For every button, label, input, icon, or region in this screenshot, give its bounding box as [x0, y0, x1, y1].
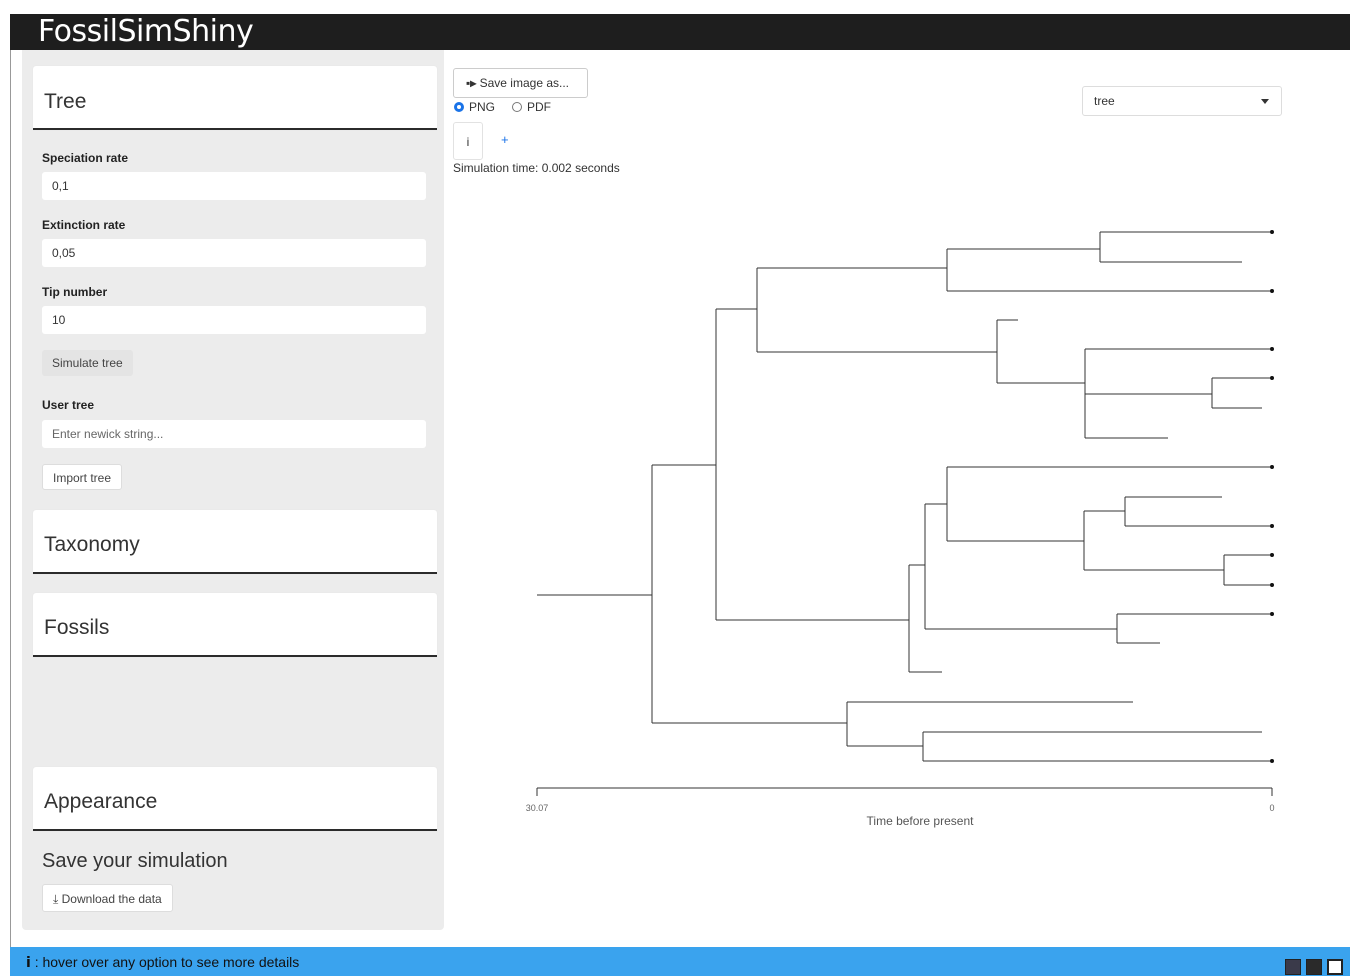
main-panel: ▪▸ Save image as... PNG PDF i + Simulati… [444, 50, 1349, 946]
import-tree-button[interactable]: Import tree [42, 464, 123, 490]
save-simulation-title: Save your simulation [42, 850, 228, 872]
tip-point [1270, 230, 1274, 234]
panel-tree-header[interactable]: Tree [33, 66, 437, 130]
axis-min-label: 30.07 [526, 803, 549, 813]
theme-swatch-light[interactable] [1327, 959, 1343, 975]
tip-point [1270, 289, 1274, 293]
time-axis [536, 787, 1273, 796]
panel-appearance-title: Appearance [44, 790, 158, 813]
tip-point [1270, 465, 1274, 469]
axis-title: Time before present [867, 814, 975, 828]
download-data-label: Download the data [61, 892, 162, 906]
footer-bar: i : hover over any option to see more de… [10, 947, 1350, 976]
speciation-rate-label: Speciation rate [42, 151, 129, 165]
simulate-tree-button[interactable]: Simulate tree [42, 350, 133, 376]
download-data-button[interactable]: ⤓ Download the data [42, 884, 173, 912]
user-tree-input[interactable]: Enter newick string... [42, 420, 426, 448]
panel-taxonomy-header[interactable]: Taxonomy [33, 510, 437, 574]
download-icon: ⤓ [53, 892, 62, 906]
panel-taxonomy-title: Taxonomy [44, 533, 140, 556]
theme-swatch-dark-blue[interactable] [1285, 959, 1301, 975]
panel-fossils-header[interactable]: Fossils [33, 593, 437, 657]
tip-point [1270, 524, 1274, 528]
axis-max-label: 0 [1269, 803, 1274, 813]
tip-points [1270, 230, 1274, 763]
sidebar: Tree Speciation rate 0,1 Extinction rate… [22, 50, 444, 930]
tree-branches [537, 231, 1272, 762]
panel-fossils-title: Fossils [44, 616, 110, 639]
tip-point [1270, 583, 1274, 587]
extinction-rate-label: Extinction rate [42, 218, 126, 232]
app-logo: FossilSimShiny [38, 14, 254, 49]
footer-hint-text: : hover over any option to see more deta… [30, 954, 300, 970]
theme-swatch-dark[interactable] [1306, 959, 1322, 975]
speciation-rate-input[interactable]: 0,1 [42, 172, 426, 200]
user-tree-label: User tree [42, 398, 95, 412]
tip-point [1270, 376, 1274, 380]
phylogenetic-tree-plot: 30.07 0 Time before present [526, 230, 1275, 828]
tip-number-input[interactable]: 10 [42, 306, 426, 334]
tip-point [1270, 553, 1274, 557]
tip-point [1270, 612, 1274, 616]
tip-point [1270, 347, 1274, 351]
tip-number-label: Tip number [42, 285, 108, 299]
panel-appearance-header[interactable]: Appearance [33, 767, 437, 831]
app-header: FossilSimShiny [10, 14, 1350, 50]
tip-point [1270, 759, 1274, 763]
extinction-rate-input[interactable]: 0,05 [42, 239, 426, 267]
panel-tree-title: Tree [44, 90, 87, 113]
footer-hint: i : hover over any option to see more de… [26, 954, 299, 971]
